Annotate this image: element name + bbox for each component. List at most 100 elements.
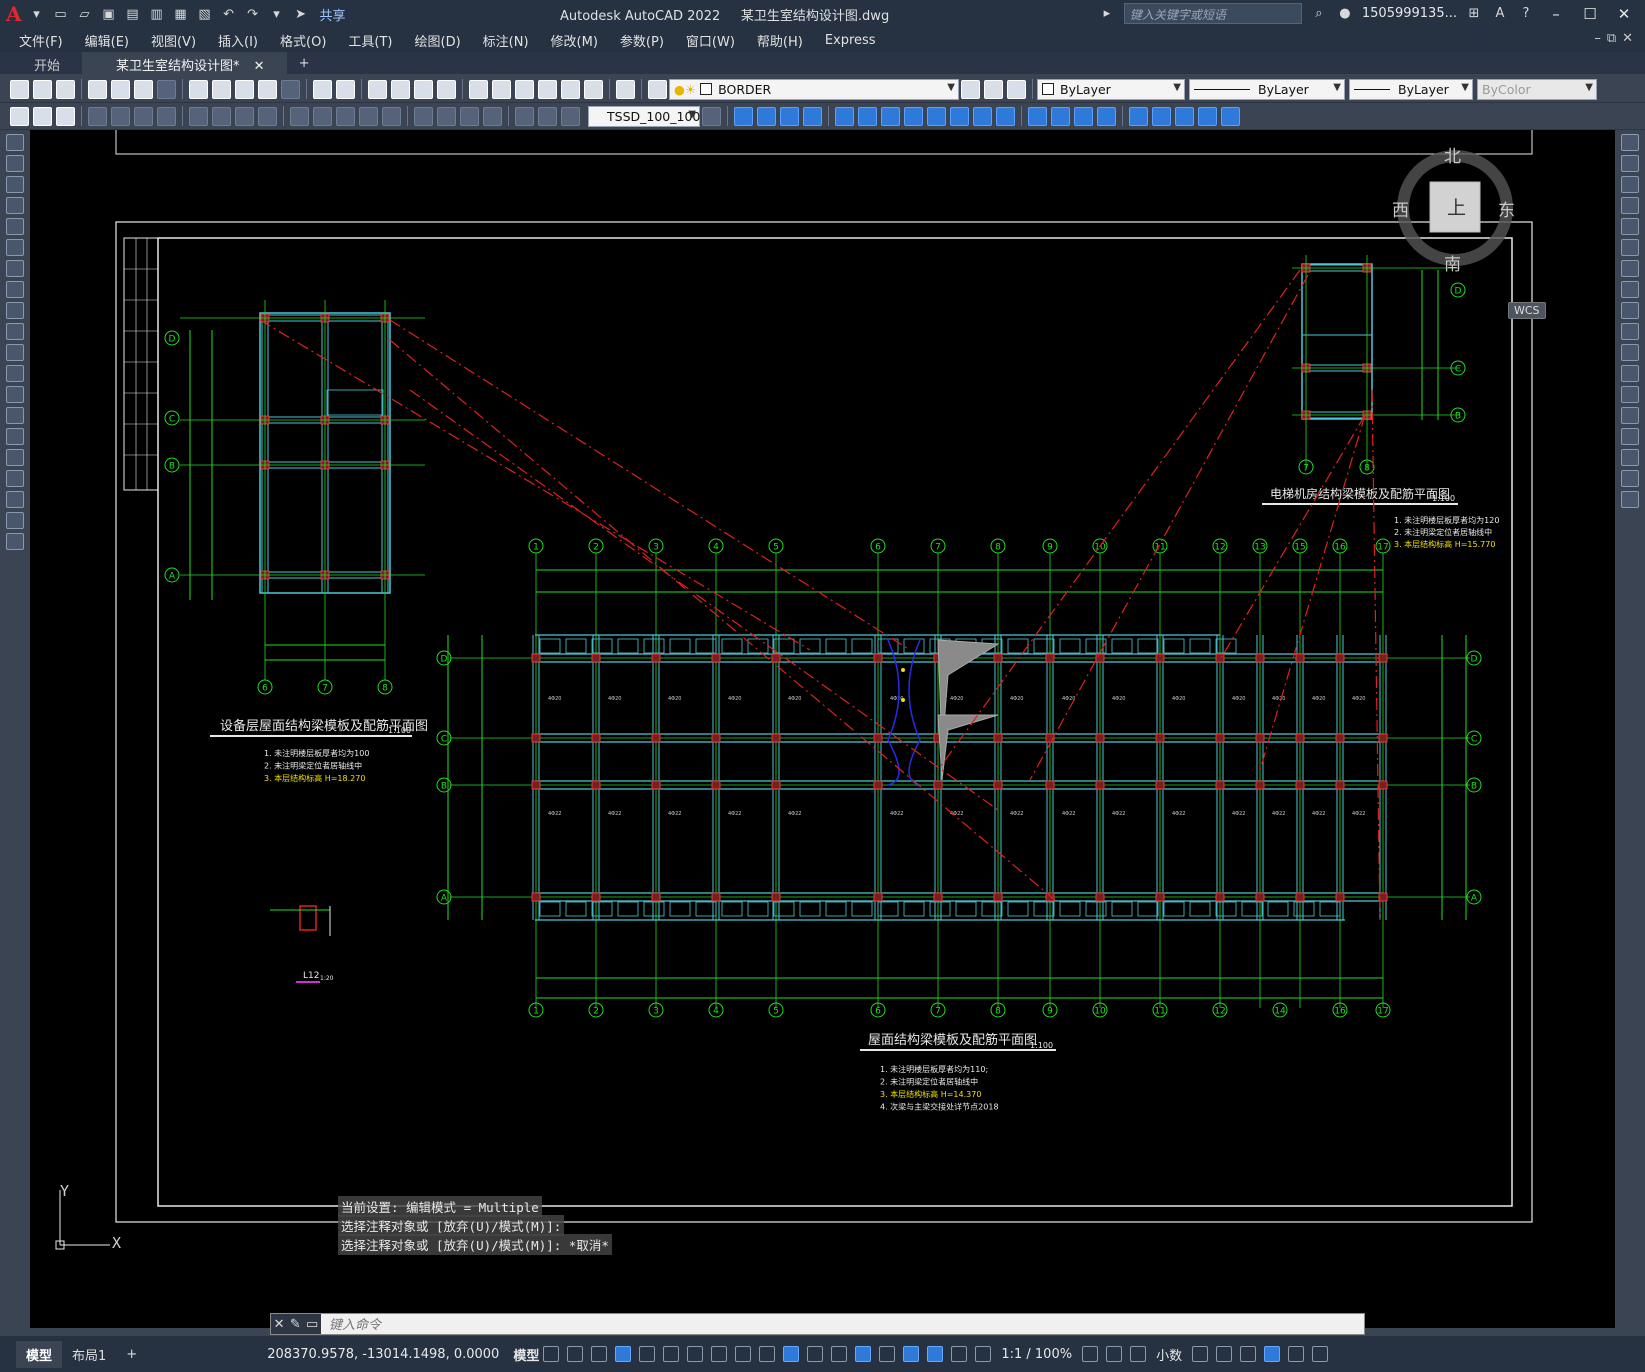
- user-name[interactable]: 1505999135...: [1362, 6, 1457, 21]
- polygon-icon[interactable]: [6, 197, 24, 214]
- menu-express[interactable]: Express: [814, 33, 887, 48]
- break-icon[interactable]: [996, 106, 1015, 126]
- open-icon[interactable]: [33, 79, 52, 99]
- tool-b-icon[interactable]: [33, 106, 52, 126]
- 3d-dwf-icon[interactable]: [157, 79, 176, 99]
- viewcube-south[interactable]: 南: [1444, 250, 1461, 275]
- rotate-icon[interactable]: [881, 106, 900, 126]
- pan-icon[interactable]: [368, 79, 387, 99]
- explode-icon[interactable]: [1097, 106, 1116, 126]
- break-point-icon[interactable]: [1621, 365, 1639, 382]
- block-editor-icon[interactable]: [281, 79, 300, 99]
- publish-icon[interactable]: [134, 79, 153, 99]
- hardware-acceleration-icon[interactable]: [1264, 1346, 1281, 1362]
- polar-icon[interactable]: [663, 1346, 680, 1362]
- array-icon[interactable]: [1621, 218, 1639, 235]
- block-make-icon[interactable]: [1152, 106, 1171, 126]
- baseline-dim-icon[interactable]: [313, 106, 332, 126]
- dynamic-input-icon[interactable]: [615, 1346, 632, 1362]
- offset-icon[interactable]: [803, 106, 822, 126]
- viewcube-west[interactable]: 西: [1392, 196, 1409, 221]
- menu-tools[interactable]: 工具(T): [337, 31, 403, 50]
- dim-edit-icon[interactable]: [515, 106, 534, 126]
- open-from-web-icon[interactable]: ▥: [148, 5, 166, 23]
- plot-preview-icon[interactable]: [111, 79, 130, 99]
- linear-dim-icon[interactable]: [88, 106, 107, 126]
- workspace-gear-icon[interactable]: [1082, 1346, 1099, 1362]
- new-tab-plus-icon[interactable]: +: [287, 53, 322, 74]
- object-snap-icon[interactable]: [735, 1346, 752, 1362]
- zoom-window-icon[interactable]: [414, 79, 433, 99]
- tab-close-icon[interactable]: ✕: [254, 59, 265, 74]
- properties-icon[interactable]: [469, 79, 488, 99]
- mirror-icon[interactable]: [780, 106, 799, 126]
- attribute-icon[interactable]: [1175, 106, 1194, 126]
- dim-space-icon[interactable]: [359, 106, 378, 126]
- copy-icon[interactable]: [212, 79, 231, 99]
- expand-search-icon[interactable]: ▸: [1098, 5, 1116, 23]
- continue-dim-icon[interactable]: [336, 106, 355, 126]
- menu-draw[interactable]: 绘图(D): [404, 31, 472, 50]
- design-center-icon[interactable]: [492, 79, 511, 99]
- 3d-osnap-icon[interactable]: [831, 1346, 848, 1362]
- ordinate-dim-icon[interactable]: [157, 106, 176, 126]
- trim-icon[interactable]: [1621, 323, 1639, 340]
- quick-dim-icon[interactable]: [290, 106, 309, 126]
- center-mark-icon[interactable]: [437, 106, 456, 126]
- sheet-set-icon[interactable]: [538, 79, 557, 99]
- tab-drawing[interactable]: 某卫生室结构设计图* ✕: [82, 52, 287, 74]
- cut-icon[interactable]: [189, 79, 208, 99]
- revision-cloud-icon[interactable]: [6, 281, 24, 298]
- diameter-dim-icon[interactable]: [235, 106, 254, 126]
- redo-icon[interactable]: [336, 79, 355, 99]
- tolerance-icon[interactable]: [414, 106, 433, 126]
- paste-icon[interactable]: [235, 79, 254, 99]
- menu-modify[interactable]: 修改(M): [540, 31, 609, 50]
- menu-parametric[interactable]: 参数(P): [609, 31, 675, 50]
- infer-constraints-icon[interactable]: [591, 1346, 608, 1362]
- gizmo-icon[interactable]: [903, 1346, 920, 1362]
- undo-icon[interactable]: ↶: [220, 5, 238, 23]
- new-icon[interactable]: [10, 79, 29, 99]
- search-icon[interactable]: ⌕: [1310, 5, 1328, 23]
- lineweight-icon[interactable]: [759, 1346, 776, 1362]
- extend-icon[interactable]: [1621, 344, 1639, 361]
- hatch-icon[interactable]: [6, 428, 24, 445]
- search-input[interactable]: 键入关键字或短语: [1123, 3, 1302, 24]
- construction-line-icon[interactable]: [6, 155, 24, 172]
- spline-icon[interactable]: [6, 302, 24, 319]
- lineweight-dropdown[interactable]: ByLayer ▼: [1349, 78, 1473, 100]
- insert-block-icon[interactable]: [6, 365, 24, 382]
- match-properties-icon[interactable]: [258, 79, 277, 99]
- jogged-dim-icon[interactable]: [212, 106, 231, 126]
- command-input[interactable]: [321, 1315, 1364, 1333]
- menu-window[interactable]: 窗口(W): [675, 31, 746, 50]
- layer-properties-icon[interactable]: [648, 79, 667, 99]
- tab-start[interactable]: 开始: [0, 52, 82, 74]
- offset-icon[interactable]: [1621, 197, 1639, 214]
- trim-icon[interactable]: [950, 106, 969, 126]
- selection-filter-icon[interactable]: [879, 1346, 896, 1362]
- menu-view[interactable]: 视图(V): [140, 31, 207, 50]
- save-icon[interactable]: ▣: [100, 5, 118, 23]
- layer-previous-icon[interactable]: [984, 79, 1003, 99]
- join-icon[interactable]: [1028, 106, 1047, 126]
- color-dropdown[interactable]: ByLayer ▼: [1037, 78, 1185, 100]
- angular-dim-icon[interactable]: [258, 106, 277, 126]
- chamfer-icon[interactable]: [1051, 106, 1070, 126]
- open-file-icon[interactable]: ▱: [76, 5, 94, 23]
- copy-object-icon[interactable]: [757, 106, 776, 126]
- selection-cycling-icon[interactable]: [807, 1346, 824, 1362]
- make-current-layer-icon[interactable]: [961, 79, 980, 99]
- wcs-menu[interactable]: WCS: [1508, 302, 1546, 319]
- scale-icon[interactable]: [904, 106, 923, 126]
- model-space-button[interactable]: 模型: [513, 1345, 539, 1364]
- zoom-realtime-icon[interactable]: [391, 79, 410, 99]
- transparency-icon[interactable]: [783, 1346, 800, 1362]
- minimize-button[interactable]: –: [1543, 5, 1569, 23]
- lock-ui-icon[interactable]: [1216, 1346, 1233, 1362]
- rotate-icon[interactable]: [1621, 260, 1639, 277]
- tool-palettes-icon[interactable]: [515, 79, 534, 99]
- ortho-icon[interactable]: [639, 1346, 656, 1362]
- isolate-objects-icon[interactable]: [1240, 1346, 1257, 1362]
